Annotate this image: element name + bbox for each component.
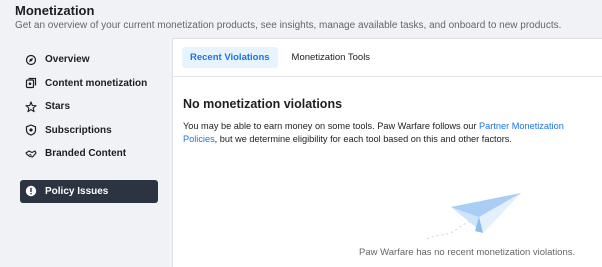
sidebar-item-branded-content[interactable]: Branded Content: [20, 142, 158, 166]
sidebar-item-stars[interactable]: Stars: [20, 95, 158, 119]
sidebar-item-content-monetization[interactable]: Content monetization: [20, 72, 158, 96]
overview-icon: [25, 54, 37, 66]
handshake-icon: [25, 148, 37, 160]
sidebar-item-label: Content monetization: [45, 77, 148, 89]
page-title: Monetization: [15, 3, 95, 18]
sidebar-item-label: Policy Issues: [45, 185, 109, 197]
sidebar-item-label: Branded Content: [45, 148, 127, 160]
sidebar-item-overview[interactable]: Overview: [20, 48, 158, 72]
page-header: Monetization Get an overview of your cur…: [15, 3, 561, 32]
sidebar-item-label: Subscriptions: [45, 124, 112, 136]
sidebar-item-subscriptions[interactable]: Subscriptions: [20, 119, 158, 143]
stars-icon: [25, 101, 37, 113]
content-monetization-icon: [25, 77, 37, 89]
sidebar-item-label: Stars: [45, 101, 71, 113]
eligibility-text-end: , but we determine eligibility for each …: [214, 134, 512, 144]
empty-state-message: Paw Warfare has no recent monetization v…: [359, 247, 576, 258]
page-subtitle: Get an overview of your current monetiza…: [15, 20, 562, 31]
tab-monetization-tools[interactable]: Monetization Tools: [284, 47, 379, 68]
eligibility-text: You may be able to earn money on some to…: [183, 120, 593, 146]
main-panel: Recent Violations Monetization Tools No …: [172, 38, 602, 267]
eligibility-text-start: You may be able to earn money on some to…: [183, 121, 480, 131]
subscriptions-icon: [25, 124, 37, 136]
paper-plane-illustration: [421, 187, 531, 252]
alert-icon: [25, 185, 37, 197]
section-heading: No monetization violations: [183, 97, 343, 111]
tab-recent-violations[interactable]: Recent Violations: [182, 47, 278, 68]
sidebar: Overview Content monetization Stars Subs…: [20, 48, 158, 203]
violations-content: No monetization violations You may be ab…: [173, 97, 602, 146]
tab-bar: Recent Violations Monetization Tools: [173, 39, 602, 77]
sidebar-item-policy-issues[interactable]: Policy Issues: [20, 179, 158, 203]
sidebar-item-label: Overview: [45, 54, 90, 66]
